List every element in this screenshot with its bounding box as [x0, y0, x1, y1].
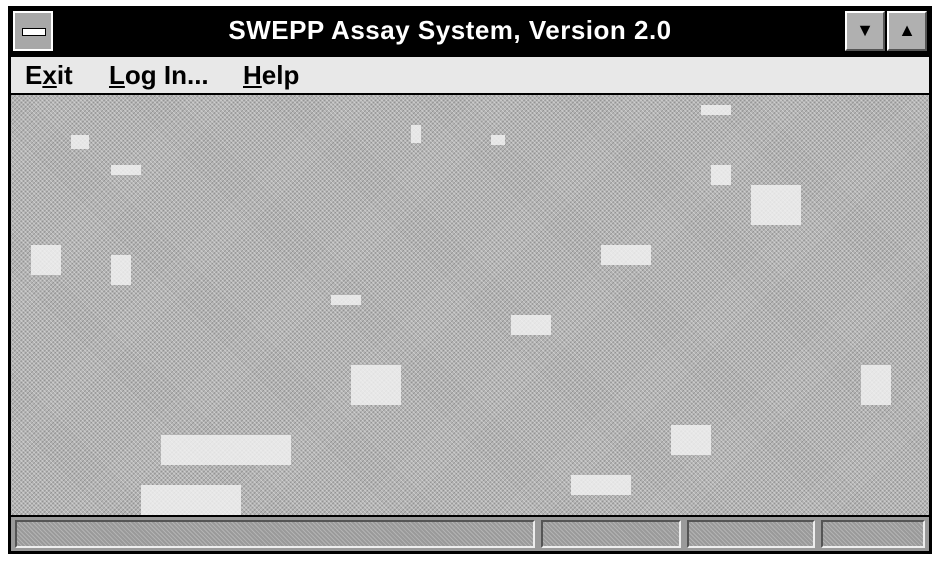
- title-bar[interactable]: SWEPP Assay System, Version 2.0 ▼ ▲: [11, 9, 929, 57]
- background-speck: [511, 315, 551, 335]
- menu-help[interactable]: Help: [243, 60, 299, 91]
- background-speck: [711, 165, 731, 185]
- background-speck: [491, 135, 505, 145]
- main-window: SWEPP Assay System, Version 2.0 ▼ ▲ Exit…: [8, 6, 932, 554]
- background-speck: [31, 245, 61, 275]
- system-menu-bar: [22, 28, 46, 36]
- menu-exit[interactable]: Exit: [25, 60, 73, 91]
- background-speck: [111, 255, 131, 285]
- maximize-button[interactable]: ▲: [887, 11, 927, 51]
- background-speck: [861, 365, 891, 405]
- menu-log-in[interactable]: Log In...: [109, 60, 209, 91]
- background-speck: [331, 295, 361, 305]
- status-bar: [11, 515, 929, 551]
- minimize-button[interactable]: ▼: [845, 11, 885, 51]
- background-speck: [351, 365, 401, 405]
- background-speck: [751, 185, 801, 225]
- background-speck: [71, 135, 89, 149]
- status-pane-4: [821, 520, 925, 548]
- background-speck: [161, 435, 291, 465]
- status-pane-3: [687, 520, 815, 548]
- background-speck: [411, 125, 421, 143]
- client-area: [11, 95, 929, 515]
- system-menu-icon[interactable]: [13, 11, 53, 51]
- background-speck: [141, 485, 241, 515]
- background-speck: [671, 425, 711, 455]
- background-speck: [601, 245, 651, 265]
- background-speck: [701, 105, 731, 115]
- window-title: SWEPP Assay System, Version 2.0: [228, 15, 672, 45]
- minimize-icon: ▼: [856, 20, 874, 40]
- maximize-icon: ▲: [898, 20, 916, 40]
- background-speck: [111, 165, 141, 175]
- menu-bar: Exit Log In... Help: [11, 57, 929, 95]
- background-speck: [571, 475, 631, 495]
- status-pane-2: [541, 520, 681, 548]
- status-message: [15, 520, 535, 548]
